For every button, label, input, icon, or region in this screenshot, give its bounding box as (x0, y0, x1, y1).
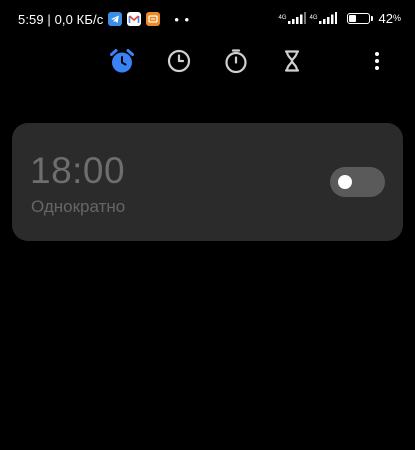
signal-strength-sim1-icon (287, 12, 306, 24)
network-type-sim2: 4G (310, 15, 318, 21)
network-label-top: 4G (278, 15, 287, 21)
tab-alarm[interactable] (107, 46, 137, 76)
battery-percent-sign: % (392, 13, 401, 23)
alarm-item[interactable]: 18:00 Однократно (12, 123, 403, 241)
hourglass-icon (284, 50, 300, 72)
alarm-repeat-label: Однократно (31, 197, 126, 216)
status-time-speed: 5:59 | 0,0 КБ/с (18, 11, 104, 27)
more-options-dot (375, 52, 379, 56)
alarm-enable-toggle[interactable] (330, 167, 385, 197)
status-bar: 5:59 | 0,0 КБ/с • • 4G 4G 42 % (0, 0, 415, 34)
battery-level-fill (348, 14, 357, 22)
clock-app-tab-bar (0, 44, 415, 78)
stopwatch-icon (225, 49, 247, 74)
battery-icon (346, 12, 370, 24)
more-notifications-indicator: • • (174, 11, 191, 27)
more-options-dot (375, 66, 379, 70)
more-options-button[interactable] (366, 46, 388, 76)
tab-stopwatch[interactable] (221, 46, 251, 76)
alarm-time: 18:00 (30, 150, 126, 191)
status-left: 5:59 | 0,0 КБ/с • • (18, 10, 190, 28)
more-options-dot (375, 59, 379, 63)
clock-icon (167, 49, 191, 73)
telegram-icon (108, 12, 123, 26)
signal-strength-sim2-icon (318, 12, 337, 24)
battery-tip (370, 15, 373, 21)
tab-clock[interactable] (164, 46, 194, 76)
network-label-bottom: 4G (309, 15, 318, 21)
toggle-knob (338, 175, 352, 189)
tab-timer[interactable] (277, 46, 307, 76)
gmail-icon (127, 12, 142, 26)
status-right: 4G 4G 42 % (278, 9, 401, 27)
network-type-sim1: 4G (278, 15, 286, 21)
mi-app-icon (146, 12, 161, 26)
alarm-clock-icon (110, 49, 134, 73)
battery-percentage: 42 (378, 10, 393, 26)
